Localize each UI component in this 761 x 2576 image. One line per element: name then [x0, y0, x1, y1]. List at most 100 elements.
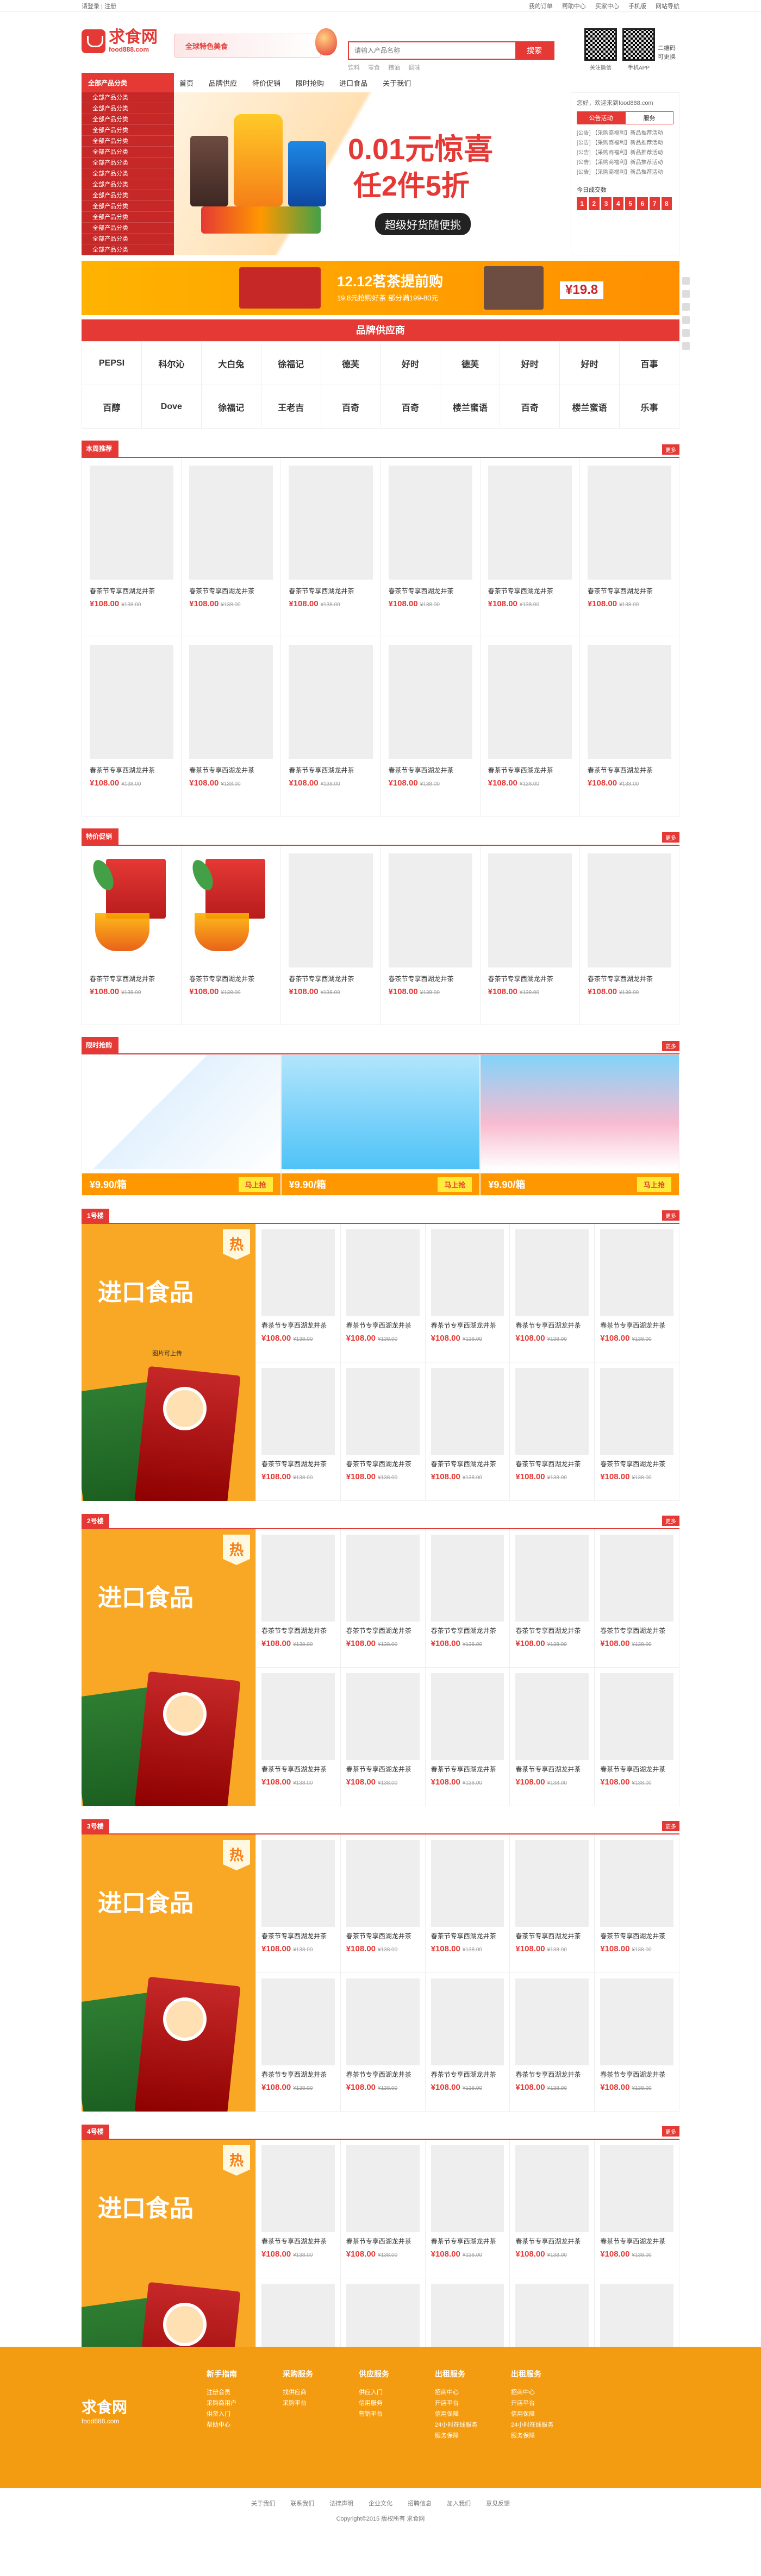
product-card[interactable]: 春茶节专享西湖龙井茶 ¥108.00¥138.00	[182, 637, 282, 816]
product-card[interactable]: 春茶节专享西湖龙井茶 ¥108.00¥138.00	[380, 846, 481, 1025]
product-card[interactable]: 春茶节专享西湖龙井茶 ¥108.00¥138.00	[380, 637, 481, 816]
product-card[interactable]: 春茶节专享西湖龙井茶 ¥108.00¥138.00	[425, 1668, 510, 1806]
brand-logo[interactable]: 德芙	[321, 342, 381, 385]
product-name[interactable]: 春茶节专享西湖龙井茶	[515, 1931, 589, 1941]
product-name[interactable]: 春茶节专享西湖龙井茶	[515, 2236, 589, 2246]
product-card[interactable]: 春茶节专享西湖龙井茶 ¥108.00¥138.00	[256, 1529, 341, 1668]
brand-logo[interactable]: 好时	[560, 342, 620, 385]
flash-item[interactable]: ¥9.90/箱 马上抢	[82, 1054, 281, 1196]
product-name[interactable]: 春茶节专享西湖龙井茶	[588, 586, 671, 596]
brand-logo[interactable]: 楼兰蜜语	[560, 385, 620, 429]
product-name[interactable]: 春茶节专享西湖龙井茶	[600, 2070, 673, 2079]
bottom-link[interactable]: 招聘信息	[408, 2500, 432, 2507]
site-logo[interactable]: 求食网 food888.com	[82, 25, 163, 58]
footer-link[interactable]: 采购平台	[283, 2398, 359, 2409]
hot-keyword[interactable]: 调味	[408, 65, 420, 71]
product-name[interactable]: 春茶节专享西湖龙井茶	[346, 1764, 420, 1774]
product-card[interactable]: 春茶节专享西湖龙井茶 ¥108.00¥138.00	[340, 1224, 426, 1362]
more-link[interactable]: 更多	[662, 444, 679, 455]
product-name[interactable]: 春茶节专享西湖龙井茶	[189, 765, 273, 775]
product-name[interactable]: 春茶节专享西湖龙井茶	[431, 1459, 504, 1469]
category-item[interactable]: 全部产品分类	[82, 244, 174, 255]
product-card[interactable]: 春茶节专享西湖龙井茶 ¥108.00¥138.00	[595, 1529, 679, 1668]
footer-link[interactable]: 招商中心	[435, 2387, 511, 2398]
footer-link[interactable]: 采购商用户	[207, 2398, 283, 2409]
nav-item[interactable]: 特价促销	[252, 78, 280, 88]
nav-item[interactable]: 进口食品	[339, 78, 367, 88]
bottom-link[interactable]: 加入我们	[447, 2500, 471, 2507]
footer-link[interactable]: 信用服务	[359, 2398, 435, 2409]
product-card[interactable]: 春茶节专享西湖龙井茶 ¥108.00¥138.00	[340, 1834, 426, 1973]
product-name[interactable]: 春茶节专享西湖龙井茶	[261, 1459, 335, 1469]
product-name[interactable]: 春茶节专享西湖龙井茶	[261, 1931, 335, 1941]
brand-logo[interactable]: 好时	[380, 342, 441, 385]
product-name[interactable]: 春茶节专享西湖龙井茶	[189, 586, 273, 596]
product-card[interactable]: 春茶节专享西湖龙井茶 ¥108.00¥138.00	[425, 1529, 510, 1668]
category-item[interactable]: 全部产品分类	[82, 114, 174, 125]
nav-item[interactable]: 关于我们	[383, 78, 411, 88]
product-name[interactable]: 春茶节专享西湖龙井茶	[431, 2070, 504, 2079]
tool-icon[interactable]	[682, 316, 690, 324]
product-card[interactable]: 春茶节专享西湖龙井茶 ¥108.00¥138.00	[510, 1362, 595, 1501]
product-name[interactable]: 春茶节专享西湖龙井茶	[515, 2070, 589, 2079]
search-button[interactable]: 搜索	[515, 42, 553, 59]
floor-banner[interactable]: 进口食品 热	[82, 1529, 255, 1806]
category-item[interactable]: 全部产品分类	[82, 103, 174, 114]
footer-link[interactable]: 帮助中心	[207, 2420, 283, 2430]
product-card[interactable]: 春茶节专享西湖龙井茶 ¥108.00¥138.00	[425, 1224, 510, 1362]
product-card[interactable]: 春茶节专享西湖龙井茶 ¥108.00¥138.00	[256, 1362, 341, 1501]
footer-link[interactable]: 24小时在线服务	[435, 2420, 511, 2430]
category-item[interactable]: 全部产品分类	[82, 168, 174, 179]
category-head[interactable]: 全部产品分类	[82, 73, 174, 92]
flash-item[interactable]: ¥9.90/箱 马上抢	[280, 1054, 481, 1196]
product-card[interactable]: 春茶节专享西湖龙井茶 ¥108.00¥138.00	[256, 2140, 341, 2278]
nav-item[interactable]: 首页	[179, 78, 194, 88]
product-name[interactable]: 春茶节专享西湖龙井茶	[289, 586, 372, 596]
product-card[interactable]: 春茶节专享西湖龙井茶 ¥108.00¥138.00	[182, 846, 282, 1025]
product-name[interactable]: 春茶节专享西湖龙井茶	[389, 765, 472, 775]
product-name[interactable]: 春茶节专享西湖龙井茶	[488, 586, 572, 596]
product-name[interactable]: 春茶节专享西湖龙井茶	[346, 1321, 420, 1330]
tool-icon[interactable]	[682, 342, 690, 350]
product-name[interactable]: 春茶节专享西湖龙井茶	[189, 974, 273, 984]
flash-item[interactable]: ¥9.90/箱 马上抢	[480, 1054, 679, 1196]
product-card[interactable]: 春茶节专享西湖龙井茶 ¥108.00¥138.00	[595, 2140, 679, 2278]
tool-icon[interactable]	[682, 303, 690, 311]
product-card[interactable]: 春茶节专享西湖龙井茶 ¥108.00¥138.00	[82, 637, 182, 816]
category-item[interactable]: 全部产品分类	[82, 179, 174, 190]
footer-link[interactable]: 注册会员	[207, 2387, 283, 2398]
topbar-link[interactable]: 网站导航	[656, 3, 679, 10]
product-name[interactable]: 春茶节专享西湖龙井茶	[346, 2236, 420, 2246]
product-name[interactable]: 春茶节专享西湖龙井茶	[431, 2236, 504, 2246]
tool-icon[interactable]	[682, 290, 690, 298]
footer-link[interactable]: 招商中心	[511, 2387, 587, 2398]
more-link[interactable]: 更多	[662, 1516, 679, 1526]
product-card[interactable]: 春茶节专享西湖龙井茶 ¥108.00¥138.00	[281, 637, 381, 816]
product-name[interactable]: 春茶节专享西湖龙井茶	[588, 765, 671, 775]
product-card[interactable]: 春茶节专享西湖龙井茶 ¥108.00¥138.00	[425, 1834, 510, 1973]
product-name[interactable]: 春茶节专享西湖龙井茶	[600, 1321, 673, 1330]
product-name[interactable]: 春茶节专享西湖龙井茶	[488, 765, 572, 775]
footer-link[interactable]: 服务保障	[435, 2430, 511, 2441]
product-name[interactable]: 春茶节专享西湖龙井茶	[261, 1626, 335, 1636]
product-card[interactable]: 春茶节专享西湖龙井茶 ¥108.00¥138.00	[595, 1834, 679, 1973]
product-name[interactable]: 春茶节专享西湖龙井茶	[289, 765, 372, 775]
product-card[interactable]: 春茶节专享西湖龙井茶 ¥108.00¥138.00	[256, 1973, 341, 2112]
header-banner-ad[interactable]: 全球特色美食	[174, 34, 321, 58]
product-name[interactable]: 春茶节专享西湖龙井茶	[346, 1931, 420, 1941]
brand-logo[interactable]: 百事	[620, 342, 679, 385]
product-card[interactable]: 春茶节专享西湖龙井茶 ¥108.00¥138.00	[510, 1529, 595, 1668]
brand-logo[interactable]: 科尔沁	[141, 342, 202, 385]
product-card[interactable]: 春茶节专享西湖龙井茶 ¥108.00¥138.00	[425, 1973, 510, 2112]
bottom-link[interactable]: 关于我们	[251, 2500, 275, 2507]
product-card[interactable]: 春茶节专享西湖龙井茶 ¥108.00¥138.00	[340, 2140, 426, 2278]
tool-icon[interactable]	[682, 329, 690, 337]
product-name[interactable]: 春茶节专享西湖龙井茶	[431, 1626, 504, 1636]
product-name[interactable]: 春茶节专享西湖龙井茶	[261, 1764, 335, 1774]
product-card[interactable]: 春茶节专享西湖龙井茶 ¥108.00¥138.00	[340, 1973, 426, 2112]
product-card[interactable]: 春茶节专享西湖龙井茶 ¥108.00¥138.00	[595, 1362, 679, 1501]
footer-link[interactable]: 信用保障	[511, 2409, 587, 2420]
product-card[interactable]: 春茶节专享西湖龙井茶 ¥108.00¥138.00	[340, 1362, 426, 1501]
product-name[interactable]: 春茶节专享西湖龙井茶	[488, 974, 572, 984]
category-item[interactable]: 全部产品分类	[82, 147, 174, 158]
